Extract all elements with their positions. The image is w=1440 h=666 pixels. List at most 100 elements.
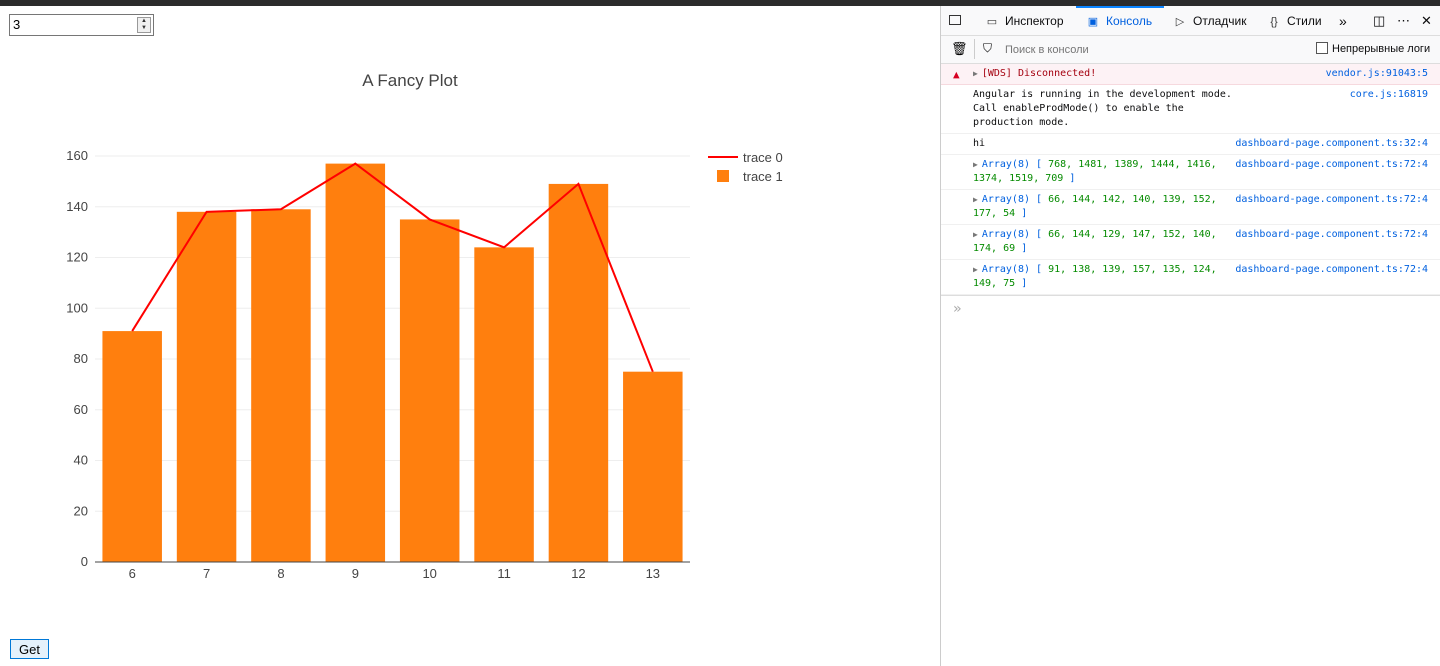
x-tick-label: 9 (352, 566, 359, 581)
array-label: Array(8) (981, 194, 1030, 205)
chart-container: A Fancy Plot 0 20 40 60 80 100 120 140 160 6 7 8 9 10… (0, 56, 860, 596)
expand-triangle-icon[interactable]: ▶ (973, 230, 978, 239)
number-input[interactable]: 3 ▲ ▼ (9, 14, 154, 36)
persist-logs-box[interactable] (1316, 42, 1328, 54)
message-source-link[interactable]: dashboard-page.component.ts:32:4 (1235, 137, 1428, 151)
bar (548, 183, 609, 562)
array-open-bracket: [ (1036, 159, 1043, 170)
style-editor-icon: {} (1270, 16, 1278, 28)
console-toolbar: 🗑 ⛉ Непрерывные логи (941, 36, 1440, 64)
console-input-prompt[interactable]: » (941, 295, 1440, 323)
devtools-panel: ▭ Инспектор ▣ Консоль ▷ Отладчик {} Стили » … (940, 6, 1440, 666)
y-tick-label: 60 (74, 402, 88, 417)
message-source-link[interactable]: core.js:16819 (1350, 88, 1428, 102)
console-output: ▲ ▶ [WDS] Disconnected! vendor.js:91043:5… (941, 64, 1440, 323)
array-open-bracket: [ (1036, 264, 1043, 275)
message-source-link[interactable]: dashboard-page.component.ts:72:4 (1235, 228, 1428, 242)
persist-logs-checkbox[interactable]: Непрерывные логи (1316, 42, 1430, 55)
bar (251, 209, 311, 562)
close-icon[interactable]: ✕ (1421, 6, 1432, 36)
y-tick-label: 100 (66, 300, 88, 315)
array-close-bracket: ] (1021, 243, 1028, 254)
trash-icon[interactable]: 🗑 (951, 41, 968, 57)
array-label: Array(8) (981, 264, 1030, 275)
tab-styles[interactable]: {} Стили (1267, 6, 1322, 36)
array-open-bracket: [ (1036, 194, 1043, 205)
console-filter-input[interactable] (1003, 41, 1283, 59)
bar (102, 331, 162, 562)
x-tick-label: 12 (571, 566, 585, 581)
tab-console[interactable]: ▣ Консоль (1076, 6, 1164, 36)
expand-triangle-icon[interactable]: ▶ (973, 160, 978, 169)
number-spinner[interactable]: ▲ ▼ (137, 17, 151, 33)
toolbar-divider (974, 39, 975, 59)
x-tick-label: 11 (497, 566, 511, 581)
bar (176, 211, 237, 562)
y-tick-label: 40 (74, 453, 88, 468)
y-tick-label: 0 (81, 554, 88, 569)
y-tick-label: 140 (66, 199, 88, 214)
number-input-value: 3 (13, 17, 21, 32)
x-tick-label: 7 (203, 566, 210, 581)
y-tick-label: 160 (66, 148, 88, 163)
x-tick-label: 10 (422, 566, 436, 581)
array-label: Array(8) (981, 159, 1030, 170)
array-label: Array(8) (981, 229, 1030, 240)
debugger-icon: ▷ (1175, 16, 1185, 28)
console-message-array[interactable]: ▶ Array(8) [ 768, 1481, 1389, 1444, 1416,… (941, 155, 1440, 190)
more-options-icon[interactable]: ⋯ (1397, 6, 1410, 36)
array-close-bracket: ] (1021, 278, 1028, 289)
message-source-link[interactable]: dashboard-page.component.ts:72:4 (1235, 193, 1428, 207)
x-tick-label: 13 (646, 566, 660, 581)
message-text: Angular is running in the development mo… (973, 89, 1232, 128)
console-message[interactable]: hi dashboard-page.component.ts:32:4 (941, 134, 1440, 155)
expand-triangle-icon[interactable]: ▶ (973, 69, 978, 78)
x-tick-label: 8 (277, 566, 284, 581)
bar (325, 163, 386, 563)
spin-up-icon[interactable]: ▲ (138, 18, 150, 25)
dock-side-icon[interactable]: ◫ (1373, 6, 1385, 36)
get-button[interactable]: Get (10, 639, 49, 659)
chart-svg: 0 20 40 60 80 100 120 140 160 6 7 8 9 10 11 12 13 trace 0… (66, 148, 783, 581)
bar (474, 247, 534, 562)
console-message-array[interactable]: ▶ Array(8) [ 66, 144, 129, 147, 152, 140,… (941, 225, 1440, 260)
tab-inspector[interactable]: ▭ Инспектор (985, 6, 1064, 36)
app-page: 3 ▲ ▼ A Fancy Plot 0 20 40 60 80 100 120 140 160… (0, 6, 940, 666)
prompt-chevron-icon: » (953, 301, 962, 317)
console-message-array[interactable]: ▶ Array(8) [ 66, 144, 142, 140, 139, 152,… (941, 190, 1440, 225)
message-source-link[interactable]: dashboard-page.component.ts:72:4 (1235, 263, 1428, 277)
array-close-bracket: ] (1021, 208, 1028, 219)
tab-inspector-label: Инспектор (1005, 14, 1064, 28)
error-text: [WDS] Disconnected! (981, 68, 1097, 79)
legend-bar-swatch (717, 170, 729, 182)
message-source-link[interactable]: dashboard-page.component.ts:72:4 (1235, 158, 1428, 172)
console-message-array[interactable]: ▶ Array(8) [ 91, 138, 139, 157, 135, 124,… (941, 260, 1440, 295)
tab-styles-label: Стили (1287, 14, 1322, 28)
console-icon: ▣ (1087, 16, 1099, 28)
bar (623, 371, 683, 562)
console-message[interactable]: Angular is running in the development mo… (941, 85, 1440, 134)
more-tabs-icon[interactable]: » (1339, 6, 1347, 36)
expand-triangle-icon[interactable]: ▶ (973, 195, 978, 204)
array-open-bracket: [ (1036, 229, 1043, 240)
pick-element-icon[interactable] (949, 6, 967, 36)
message-text: hi (973, 138, 986, 149)
spin-down-icon[interactable]: ▼ (138, 25, 150, 32)
filter-icon[interactable]: ⛉ (983, 41, 992, 56)
devtools-tabbar: ▭ Инспектор ▣ Консоль ▷ Отладчик {} Стили » … (941, 6, 1440, 36)
bar (399, 219, 460, 562)
x-tick-label: 6 (129, 566, 136, 581)
y-tick-label: 120 (66, 250, 88, 265)
legend-label: trace 1 (743, 169, 783, 184)
warning-icon: ▲ (953, 68, 960, 81)
message-source-link[interactable]: vendor.js:91043:5 (1326, 67, 1428, 81)
persist-logs-label: Непрерывные логи (1332, 43, 1431, 55)
inspector-icon: ▭ (986, 16, 998, 28)
tab-debugger[interactable]: ▷ Отладчик (1173, 6, 1247, 36)
legend-label: trace 0 (743, 150, 783, 165)
chart-title: A Fancy Plot (362, 71, 458, 90)
y-tick-label: 20 (74, 503, 88, 518)
console-message-error[interactable]: ▲ ▶ [WDS] Disconnected! vendor.js:91043:5 (941, 64, 1440, 85)
expand-triangle-icon[interactable]: ▶ (973, 265, 978, 274)
array-close-bracket: ] (1069, 173, 1076, 184)
